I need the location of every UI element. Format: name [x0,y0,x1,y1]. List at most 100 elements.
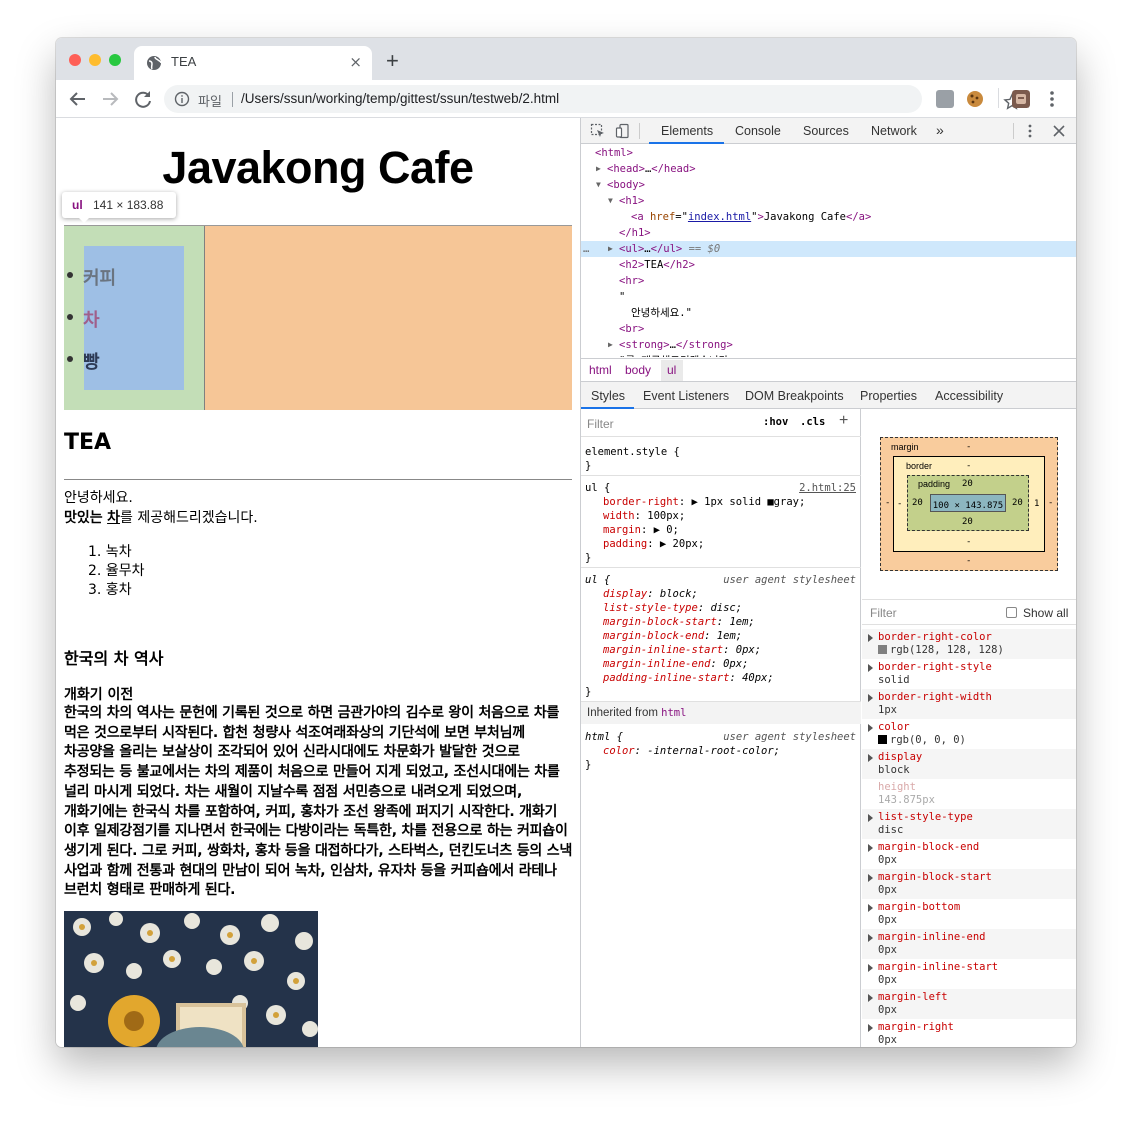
url-text[interactable]: /Users/ssun/working/temp/gittest/ssun/te… [241,91,559,106]
padding-top-value[interactable]: 20 [962,479,973,489]
expand-triangle-icon[interactable] [868,724,873,732]
computed-property-name[interactable]: margin-bottom [878,901,960,913]
profile-avatar-icon[interactable] [1012,90,1030,108]
tab-accessibility[interactable]: Accessibility [935,389,1003,403]
menu-kebab-icon[interactable] [1049,89,1055,109]
content-dimensions[interactable]: 100 × 143.875 [933,501,1003,511]
tab-sources[interactable]: Sources [803,124,849,138]
collapsed-triangle-icon[interactable]: ▶ [608,337,613,353]
back-arrow-icon[interactable] [67,88,89,110]
padding-left-value[interactable]: 20 [912,498,923,508]
margin-right-value[interactable]: - [1048,498,1053,508]
close-window-button[interactable] [69,54,81,66]
styles-filter-input[interactable]: Filter [587,415,751,431]
hover-state-button[interactable]: :hov [763,416,788,428]
expand-triangle-icon[interactable] [868,994,873,1002]
margin-left-value[interactable]: - [885,498,890,508]
dom-node[interactable]: <hr> [619,273,644,289]
expanded-triangle-icon[interactable]: ▼ [608,193,613,209]
dom-node[interactable]: <html> [595,145,633,161]
computed-property-name[interactable]: margin-left [878,991,948,1003]
tab-properties[interactable]: Properties [860,389,917,403]
dom-node[interactable]: ▶ <head>…</head> [596,161,696,177]
computed-property-name[interactable]: color [878,721,910,733]
margin-top-value[interactable]: - [966,442,971,452]
expand-triangle-icon[interactable] [868,844,873,852]
more-tabs-button[interactable]: » [936,122,944,138]
devtools-menu-icon[interactable] [1027,123,1033,139]
computed-property-name[interactable]: list-style-type [878,811,973,823]
expand-triangle-icon[interactable] [868,934,873,942]
address-bar[interactable]: 파일 /Users/ssun/working/temp/gittest/ssun… [164,85,1021,113]
dom-node[interactable]: </h1> [619,225,651,241]
dom-node[interactable]: ▶ <strong>…</strong> [608,337,733,353]
device-toolbar-icon[interactable] [615,123,631,139]
reload-icon[interactable] [132,88,154,110]
tab-dom-breakpoints[interactable]: DOM Breakpoints [745,389,844,403]
inspect-element-icon[interactable] [590,123,606,139]
expand-triangle-icon[interactable] [868,664,873,672]
border-bottom-value[interactable]: - [966,537,971,547]
computed-filter-input[interactable]: Filter [870,606,897,620]
dom-node[interactable]: <br> [619,321,644,337]
border-top-value[interactable]: - [966,461,971,471]
computed-property-name[interactable]: border-right-style [878,661,992,673]
dom-node[interactable]: 안녕하세요." [631,305,692,321]
info-icon[interactable] [174,91,190,107]
computed-property-name[interactable]: height [878,781,916,793]
expand-triangle-icon[interactable] [868,1024,873,1032]
computed-property-name[interactable]: margin-right [878,1021,954,1033]
dom-node[interactable]: <a href="index.html">Javakong Cafe</a> [631,209,871,225]
ul-rule-selector[interactable]: ul { [585,481,610,495]
breadcrumb-html[interactable]: html [589,363,612,377]
computed-property-name[interactable]: border-right-width [878,691,992,703]
class-toggle-button[interactable]: .cls [800,416,825,428]
border-right-value[interactable]: 1 [1034,499,1039,509]
css-declaration[interactable]: width: 100px; [603,509,685,523]
new-tab-button[interactable]: + [386,48,399,74]
expand-triangle-icon[interactable] [868,904,873,912]
dom-node[interactable]: <h2>TEA</h2> [619,257,695,273]
tab-event-listeners[interactable]: Event Listeners [643,389,729,403]
computed-property-name[interactable]: margin-inline-end [878,931,985,943]
padding-bottom-value[interactable]: 20 [962,517,973,527]
ul-rule-source-link[interactable]: 2.html:25 [799,481,856,495]
show-all-checkbox[interactable] [1006,607,1017,618]
close-devtools-icon[interactable] [1053,125,1065,137]
border-left-value[interactable]: - [897,499,902,509]
computed-property-name[interactable]: border-right-color [878,631,992,643]
breadcrumb-ul[interactable]: ul [667,363,676,377]
computed-property-name[interactable]: margin-inline-start [878,961,998,973]
minimize-window-button[interactable] [89,54,101,66]
breadcrumb-body[interactable]: body [625,363,651,377]
dom-node[interactable]: ▼ <h1> [608,193,644,209]
expand-triangle-icon[interactable] [868,634,873,642]
dom-node[interactable]: " [619,289,625,305]
tab-styles[interactable]: Styles [591,389,625,403]
dom-node[interactable]: ▶ <ul>…</ul> == $0 [608,241,720,257]
browser-tab[interactable]: TEA × [134,46,372,80]
maximize-window-button[interactable] [109,54,121,66]
tab-close-icon[interactable]: × [349,53,362,71]
collapsed-triangle-icon[interactable]: ▶ [608,241,613,257]
page-title-link[interactable]: Javakong Cafe [56,142,580,194]
tab-elements[interactable]: Elements [661,124,713,138]
forward-arrow-icon[interactable] [99,88,121,110]
extension-icon[interactable] [936,90,954,108]
css-declaration[interactable]: margin: ▶ 0; [603,523,679,537]
collapsed-triangle-icon[interactable]: ▶ [596,161,601,177]
css-declaration[interactable]: padding: ▶ 20px; [603,537,704,551]
expand-triangle-icon[interactable] [868,874,873,882]
cookie-icon[interactable] [966,90,984,108]
expand-triangle-icon[interactable] [868,964,873,972]
element-style-selector[interactable]: element.style { [585,445,680,459]
computed-property-name[interactable]: margin-block-start [878,871,992,883]
css-declaration[interactable]: border-right: ▶ 1px solid ■gray; [603,495,805,509]
expand-triangle-icon[interactable] [868,754,873,762]
tab-console[interactable]: Console [735,124,781,138]
padding-right-value[interactable]: 20 [1012,498,1023,508]
computed-property-name[interactable]: display [878,751,922,763]
dom-node[interactable]: ▼ <body> [596,177,645,193]
expand-triangle-icon[interactable] [868,814,873,822]
computed-property-name[interactable]: margin-block-end [878,841,979,853]
